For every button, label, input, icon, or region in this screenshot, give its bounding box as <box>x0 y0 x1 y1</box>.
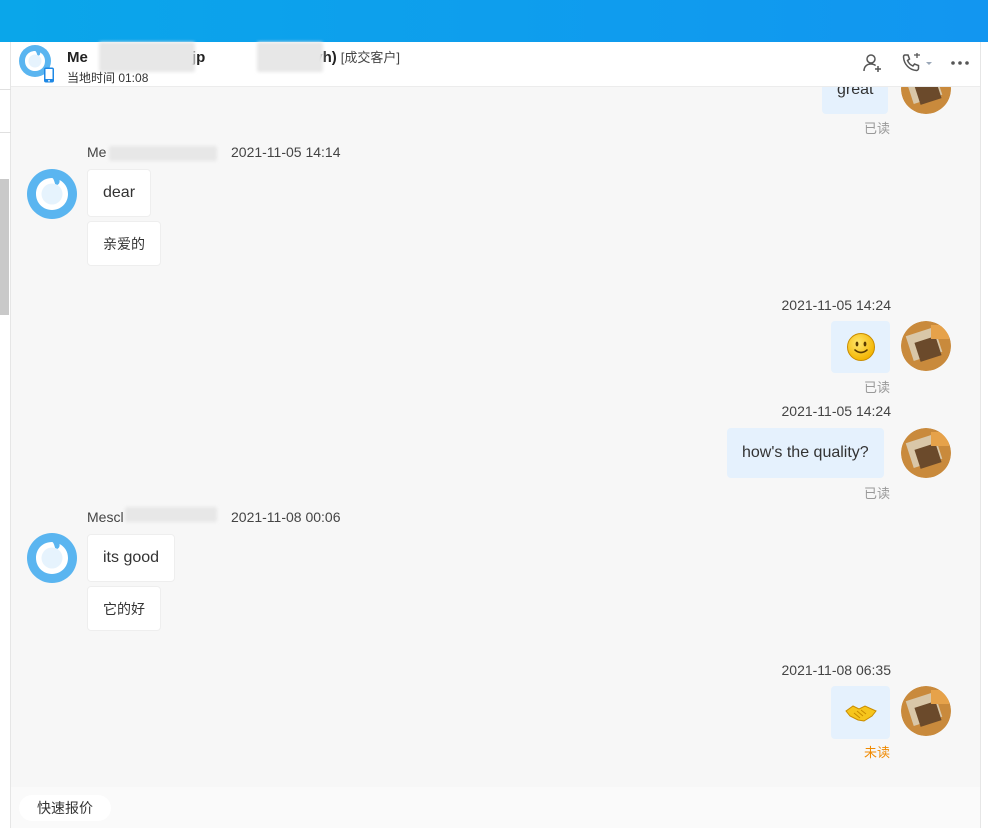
sender-name: Mescl <box>87 509 124 525</box>
left-panel-edge <box>0 42 11 828</box>
header-actions <box>862 52 970 74</box>
read-status: 已读 <box>863 380 890 395</box>
message-meta: Me <box>87 144 106 160</box>
translation-bubble[interactable]: 它的好 <box>87 586 161 631</box>
outgoing-message-bubble[interactable] <box>831 321 890 373</box>
contact-name-start: Me <box>67 49 88 66</box>
redaction-blur <box>257 42 323 72</box>
read-status: 已读 <box>863 486 890 501</box>
message-time: 2021-11-08 06:35 <box>781 662 892 678</box>
contact-add-icon[interactable] <box>862 52 884 74</box>
chat-header: Meauchi(jp5678ocyh)[成交客户] 当地时间 01:08 <box>11 42 980 87</box>
divider <box>0 89 11 90</box>
handshake-emoji-icon <box>844 704 877 722</box>
mobile-device-icon <box>44 67 54 83</box>
chat-message-list[interactable]: great 已读 Me 2021-11-05 14:14 dear 亲爱的 20… <box>11 87 980 787</box>
smile-emoji-icon <box>846 333 875 361</box>
message-text: its good <box>103 549 160 566</box>
quick-quote-button[interactable]: 快速报价 <box>19 795 111 821</box>
local-time: 当地时间 01:08 <box>67 71 149 85</box>
more-icon[interactable] <box>950 60 970 66</box>
contact-avatar[interactable] <box>27 533 77 583</box>
read-status: 已读 <box>863 121 890 136</box>
message-text: how's the quality? <box>742 444 869 461</box>
contact-tag: [成交客户] <box>340 50 400 65</box>
message-time: 2021-11-05 14:14 <box>231 144 341 160</box>
message-time: 2021-11-08 00:06 <box>231 509 341 525</box>
translation-text: 亲爱的 <box>103 235 145 252</box>
right-panel-edge <box>980 42 988 828</box>
dropdown-caret-icon[interactable] <box>924 59 934 67</box>
translation-text: 它的好 <box>103 600 145 617</box>
message-text: dear <box>103 184 136 201</box>
phone-call-icon[interactable] <box>900 52 934 74</box>
chat-footer-toolbar: 快速报价 <box>11 787 980 828</box>
message-time: 2021-11-05 14:24 <box>781 403 892 419</box>
outgoing-message-bubble[interactable] <box>831 686 890 739</box>
scrollbar-thumb[interactable] <box>0 179 9 315</box>
incoming-message-bubble[interactable]: its good <box>87 534 176 582</box>
contact-avatar[interactable] <box>27 169 77 219</box>
my-avatar[interactable] <box>901 428 951 478</box>
redaction-blur <box>99 42 195 72</box>
translation-bubble[interactable]: 亲爱的 <box>87 221 161 266</box>
divider <box>0 132 11 133</box>
sender-name: Me <box>87 144 107 160</box>
incoming-message-bubble[interactable]: dear <box>87 169 152 217</box>
message-meta: Mescl <box>87 509 124 525</box>
my-avatar[interactable] <box>901 321 951 371</box>
message-time: 2021-11-05 14:24 <box>781 297 892 313</box>
message-text: great <box>837 87 874 98</box>
app-top-bar <box>0 0 988 42</box>
redaction-blur <box>109 146 217 161</box>
my-avatar[interactable] <box>901 686 951 736</box>
unread-status: 未读 <box>863 745 890 760</box>
my-avatar[interactable] <box>901 87 951 114</box>
redaction-blur <box>125 507 217 522</box>
outgoing-message-bubble[interactable]: great <box>822 87 889 114</box>
outgoing-message-bubble[interactable]: how's the quality? <box>727 428 884 478</box>
